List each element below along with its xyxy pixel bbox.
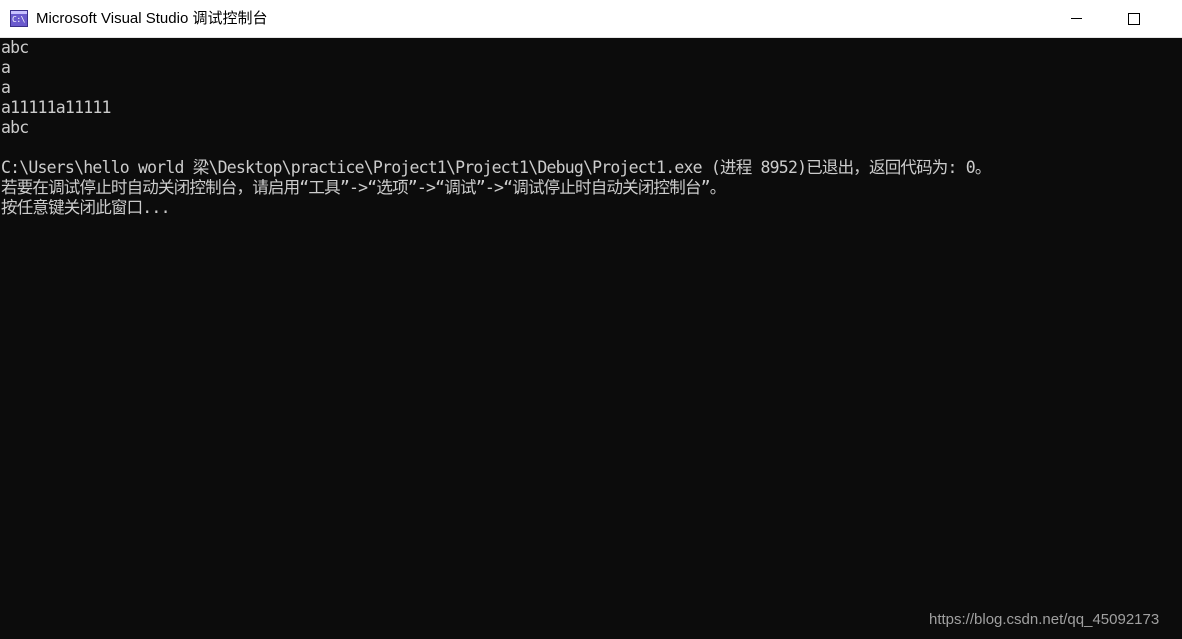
console-line: a11111a11111 <box>1 98 111 117</box>
console-line: abc <box>1 38 29 57</box>
console-line: a <box>1 58 11 77</box>
window-title: Microsoft Visual Studio 调试控制台 <box>36 10 268 27</box>
console-line: 若要在调试停止时自动关闭控制台，请启用“工具”->“选项”->“调试”->“调试… <box>1 178 726 197</box>
title-bar[interactable]: C:\ Microsoft Visual Studio 调试控制台 <box>0 0 1182 38</box>
maximize-icon <box>1128 13 1140 25</box>
console-line: a <box>1 78 11 97</box>
app-icon-label: C:\ <box>12 15 25 24</box>
console-line: abc <box>1 118 29 137</box>
minimize-icon <box>1071 18 1082 19</box>
console-app-icon[interactable]: C:\ <box>10 10 28 27</box>
watermark: https://blog.csdn.net/qq_45092173 <box>929 611 1160 628</box>
console-window: C:\ Microsoft Visual Studio 调试控制台 abc a … <box>0 0 1182 639</box>
app-icon-strip <box>11 11 27 14</box>
console-output[interactable]: abc a a a11111a11111 abc C:\Users\hello … <box>0 38 1182 639</box>
console-line: C:\Users\hello world 梁\Desktop\practice\… <box>1 158 991 177</box>
console-line: 按任意键关闭此窗口... <box>1 198 171 217</box>
maximize-button[interactable] <box>1110 0 1156 37</box>
minimize-button[interactable] <box>1054 0 1100 37</box>
